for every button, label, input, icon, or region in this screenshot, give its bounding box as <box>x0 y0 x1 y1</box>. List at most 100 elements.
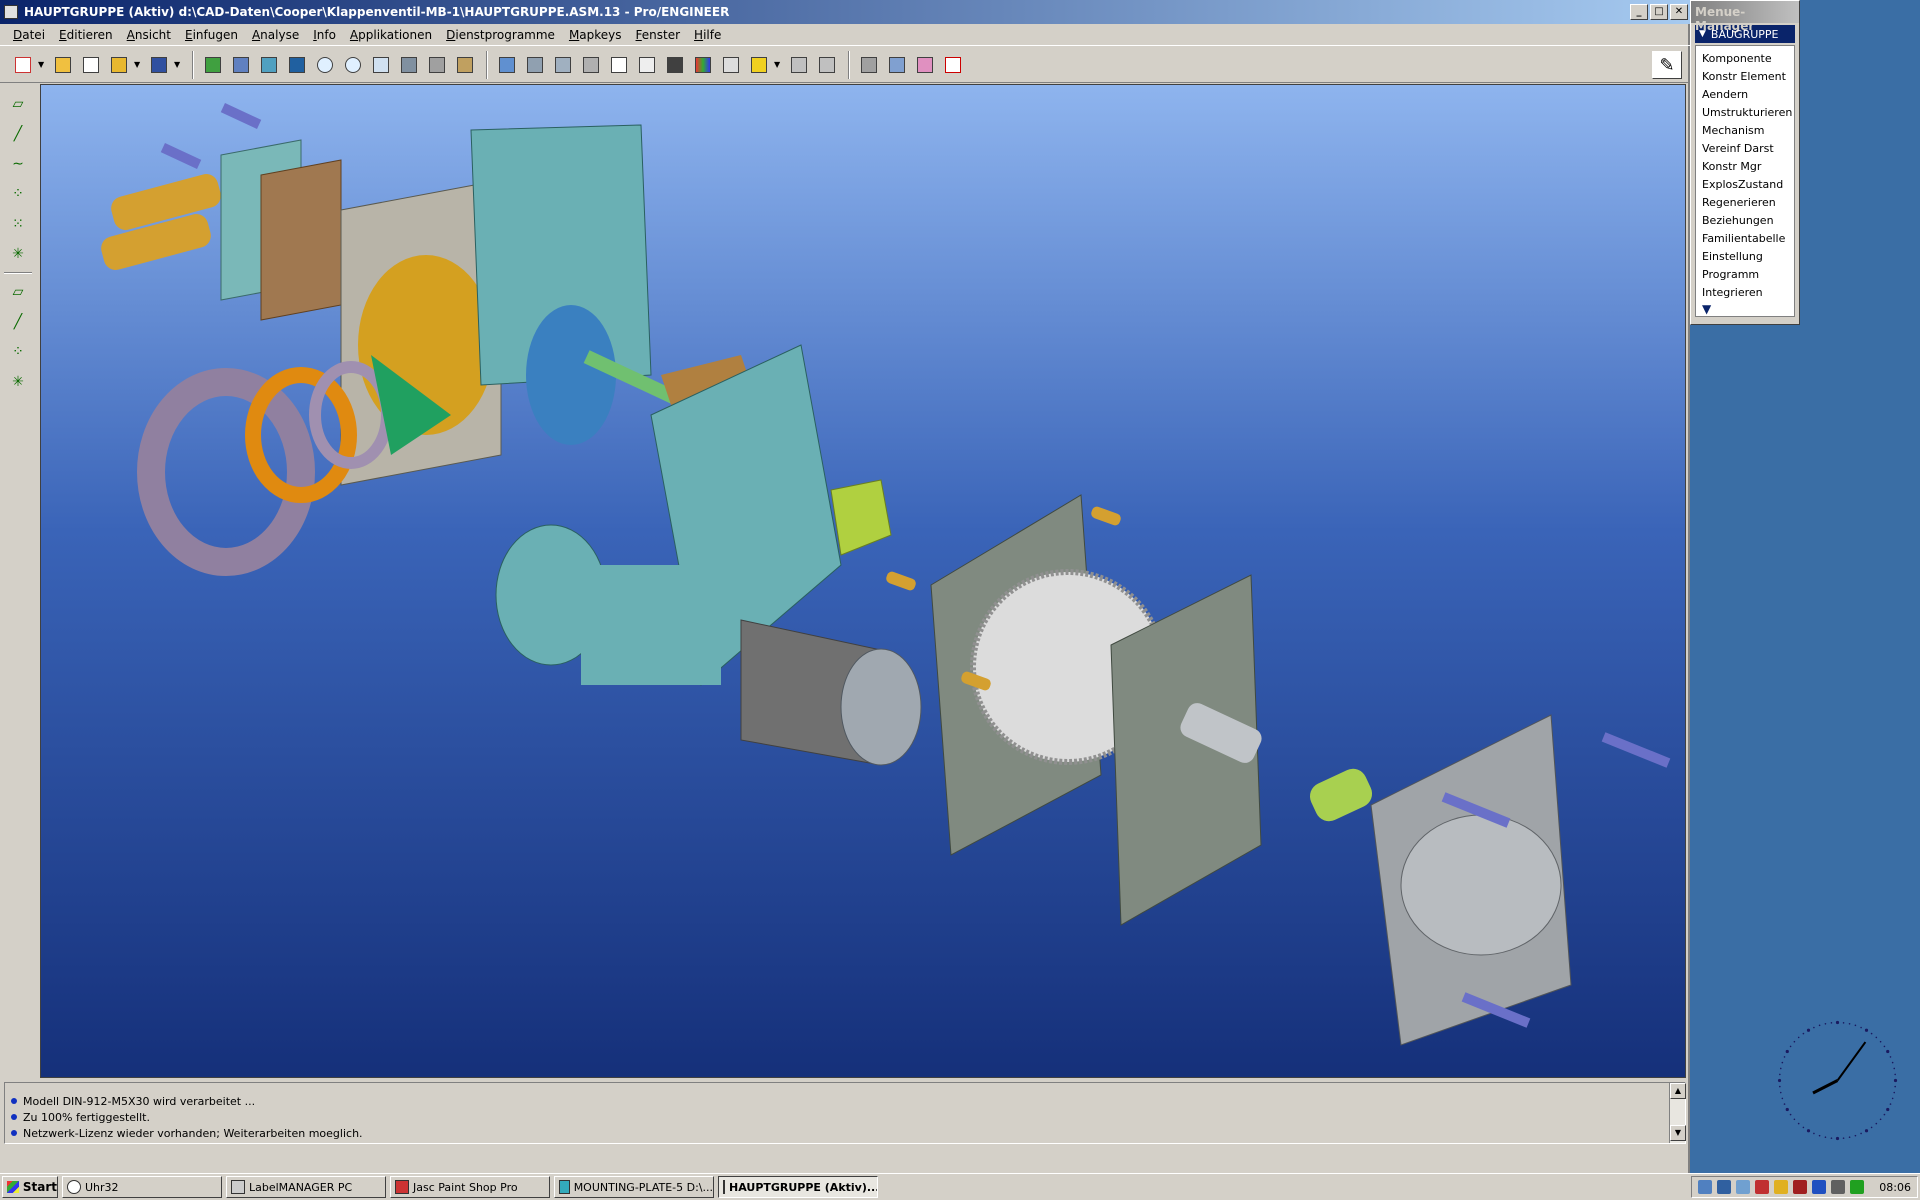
mm-item-komponente[interactable]: Komponente <box>1696 50 1794 68</box>
regenerate-icon[interactable] <box>200 52 226 78</box>
axis-on-the-fly-icon[interactable]: ╱ <box>4 308 32 336</box>
datum-point-tool-icon[interactable]: ⁘ <box>4 180 32 208</box>
spin-icon[interactable] <box>396 52 422 78</box>
mm-item-integrieren[interactable]: Integrieren <box>1696 284 1794 302</box>
antivirus-icon[interactable] <box>1755 1180 1770 1194</box>
mm-item-mechanism[interactable]: Mechanism <box>1696 122 1794 140</box>
scroll-down-icon[interactable]: ▼ <box>1670 1125 1686 1141</box>
hidden-line-icon[interactable] <box>634 52 660 78</box>
scroll-up-icon[interactable]: ▲ <box>1670 1083 1686 1099</box>
minimize-button[interactable]: _ <box>1630 4 1648 20</box>
assemble-icon[interactable] <box>256 52 282 78</box>
menu-info[interactable]: Info <box>306 26 343 44</box>
globe-icon[interactable] <box>1812 1180 1827 1194</box>
datum-axis-tool-icon[interactable]: ╱ <box>4 120 32 148</box>
cd-icon[interactable] <box>1774 1180 1789 1194</box>
tray-clock[interactable]: 08:06 <box>1879 1181 1911 1194</box>
query-icon[interactable] <box>912 52 938 78</box>
datum-axis-icon[interactable] <box>522 52 548 78</box>
clock-tick <box>1779 1073 1781 1076</box>
folder-icon[interactable] <box>106 52 132 78</box>
new-file-icon[interactable] <box>10 52 36 78</box>
no-hidden-icon[interactable] <box>718 52 744 78</box>
chevron-down-icon[interactable]: ▼ <box>38 60 46 69</box>
task-mounting-plate[interactable]: MOUNTING-PLATE-5 D:\... <box>554 1176 714 1198</box>
menu-applikationen[interactable]: Applikationen <box>343 26 439 44</box>
task-labelmanager[interactable]: LabelMANAGER PC <box>226 1176 386 1198</box>
mm-item-programm[interactable]: Programm <box>1696 266 1794 284</box>
color-appearance-icon[interactable] <box>690 52 716 78</box>
app-tray-icon[interactable] <box>1793 1180 1808 1194</box>
seal-ring <box>137 368 315 576</box>
task-hauptgruppe[interactable]: HAUPTGRUPPE (Aktiv)... <box>718 1176 878 1198</box>
csys-on-the-fly-icon[interactable]: ✳ <box>4 368 32 396</box>
toolbar-separator <box>486 50 488 79</box>
orient-icon[interactable] <box>284 52 310 78</box>
point-on-the-fly-icon[interactable]: ⁘ <box>4 338 32 366</box>
zoom-out-icon[interactable] <box>340 52 366 78</box>
zoom-in-icon[interactable] <box>312 52 338 78</box>
save-icon[interactable] <box>146 52 172 78</box>
mm-item-konstr-element[interactable]: Konstr Element <box>1696 68 1794 86</box>
menu-ansicht[interactable]: Ansicht <box>120 26 178 44</box>
offset-point-tool-icon[interactable]: ⁙ <box>4 210 32 238</box>
menu-dienstprogramme[interactable]: Dienstprogramme <box>439 26 562 44</box>
mm-item-familientabelle[interactable]: Familientabelle <box>1696 230 1794 248</box>
coordsys-icon[interactable] <box>578 52 604 78</box>
task-uhr32[interactable]: Uhr32 <box>62 1176 222 1198</box>
chevron-down-icon[interactable]: ▼ <box>134 60 142 69</box>
message-scrollbar[interactable]: ▲ ▼ <box>1669 1083 1686 1143</box>
open-icon[interactable] <box>50 52 76 78</box>
lights-icon[interactable] <box>746 52 772 78</box>
close-button[interactable]: ✕ <box>1670 4 1688 20</box>
3d-graphics-viewport[interactable] <box>40 84 1686 1078</box>
shading-icon[interactable] <box>662 52 688 78</box>
plane-on-the-fly-icon[interactable]: ▱ <box>4 278 32 306</box>
mm-item-einstellung[interactable]: Einstellung <box>1696 248 1794 266</box>
wireframe-icon[interactable] <box>606 52 632 78</box>
menu-mapkeys[interactable]: Mapkeys <box>562 26 629 44</box>
menu-datei[interactable]: Datei <box>6 26 52 44</box>
mm-item-konstr-mgr[interactable]: Konstr Mgr <box>1696 158 1794 176</box>
mm-item-aendern[interactable]: Aendern <box>1696 86 1794 104</box>
menu-editieren[interactable]: Editieren <box>52 26 120 44</box>
saved-views-icon[interactable] <box>424 52 450 78</box>
close-window-icon[interactable] <box>940 52 966 78</box>
more-items-icon[interactable]: ▼ <box>1696 302 1794 316</box>
blank-page-icon[interactable] <box>78 52 104 78</box>
mm-item-beziehungen[interactable]: Beziehungen <box>1696 212 1794 230</box>
menu-einfugen[interactable]: Einfugen <box>178 26 245 44</box>
mm-item-vereinf-darst[interactable]: Vereinf Darst <box>1696 140 1794 158</box>
menu-fenster[interactable]: Fenster <box>629 26 688 44</box>
pen-icon[interactable]: ✎ <box>1652 51 1682 79</box>
datum-plane-icon[interactable] <box>494 52 520 78</box>
maximize-button[interactable]: □ <box>1650 4 1668 20</box>
menu-hilfe[interactable]: Hilfe <box>687 26 728 44</box>
layers-icon[interactable] <box>452 52 478 78</box>
datum-point-icon[interactable] <box>550 52 576 78</box>
undo-icon[interactable] <box>786 52 812 78</box>
mm-item-regenerieren[interactable]: Regenerieren <box>1696 194 1794 212</box>
explode-icon[interactable] <box>856 52 882 78</box>
chevron-down-icon[interactable]: ▼ <box>774 60 782 69</box>
ie-icon[interactable] <box>1717 1180 1732 1194</box>
monitor-icon[interactable] <box>1736 1180 1751 1194</box>
datum-plane-tool-icon[interactable]: ▱ <box>4 90 32 118</box>
select-icon[interactable] <box>884 52 910 78</box>
menu-manager-header[interactable]: ▼ BAUGRUPPE <box>1695 25 1795 43</box>
start-button[interactable]: Start <box>2 1176 58 1198</box>
refit-icon[interactable] <box>368 52 394 78</box>
chevron-down-icon[interactable]: ▼ <box>174 60 182 69</box>
datum-curve-tool-icon[interactable]: ∼ <box>4 150 32 178</box>
exploded-assembly-model <box>101 103 1671 1046</box>
redo-icon[interactable] <box>814 52 840 78</box>
model-tree-icon[interactable] <box>228 52 254 78</box>
coordsys-tool-icon[interactable]: ✳ <box>4 240 32 268</box>
network-icon[interactable] <box>1698 1180 1713 1194</box>
mm-item-exploszustand[interactable]: ExplosZustand <box>1696 176 1794 194</box>
menu-analyse[interactable]: Analyse <box>245 26 306 44</box>
task-paint-shop-pro[interactable]: Jasc Paint Shop Pro <box>390 1176 550 1198</box>
mm-item-umstrukturieren[interactable]: Umstrukturieren <box>1696 104 1794 122</box>
speaker-icon[interactable] <box>1831 1180 1846 1194</box>
display-icon[interactable] <box>1850 1180 1865 1194</box>
